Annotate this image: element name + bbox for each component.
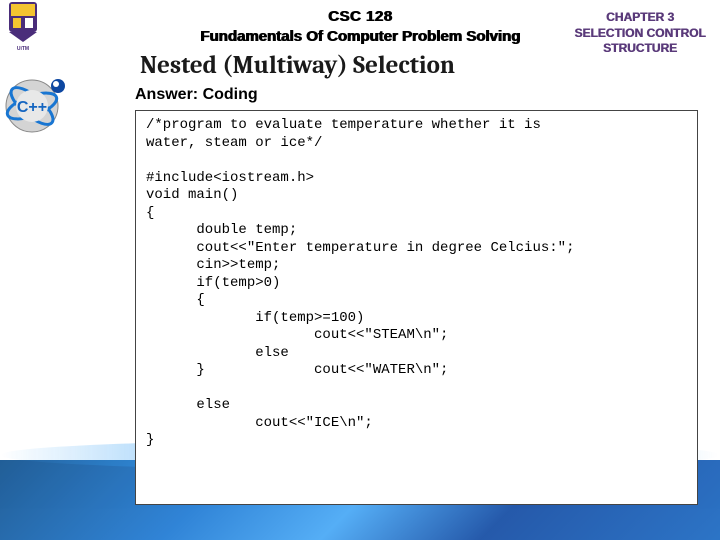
svg-text:UiTM: UiTM [17, 46, 29, 52]
slide-header: UiTM CSC 128 Fundamentals Of Computer Pr… [0, 0, 720, 80]
chapter-line: SELECTION CONTROL [566, 26, 714, 42]
chapter-line: STRUCTURE [566, 41, 714, 57]
university-crest-icon: UiTM [3, 0, 43, 60]
chapter-line: CHAPTER 3 [566, 10, 714, 26]
answer-label: Answer: Coding [135, 86, 720, 104]
cpp-logo-icon: C++ [4, 68, 74, 138]
code-block: /*program to evaluate temperature whethe… [135, 110, 698, 505]
chapter-label: CHAPTER 3 SELECTION CONTROL STRUCTURE [566, 10, 714, 57]
svg-text:C++: C++ [17, 99, 47, 116]
